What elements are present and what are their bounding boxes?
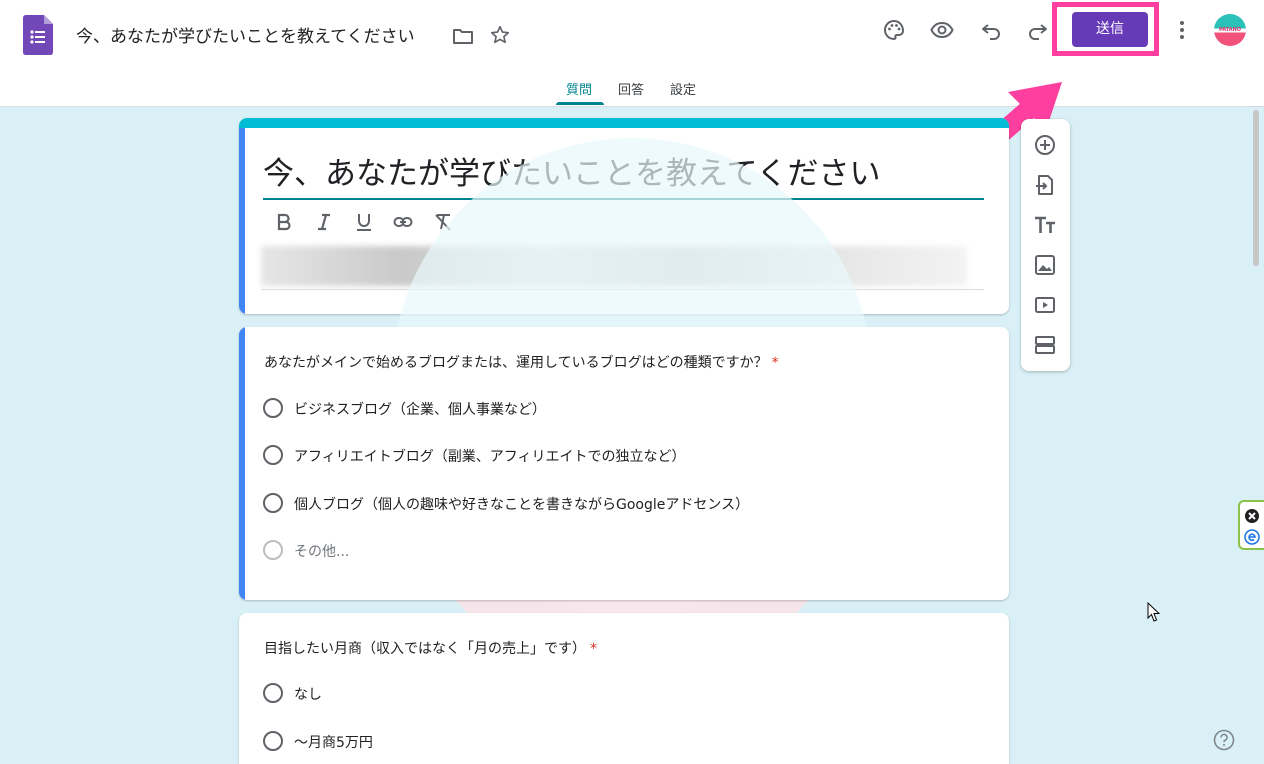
required-asterisk: * [590, 641, 597, 657]
redo-icon[interactable] [1026, 18, 1050, 42]
question-title-2-text: 目指したい月商（収入ではなく「月の売上」です） [264, 641, 586, 657]
question-card-1[interactable]: あなたがメインで始めるブログまたは、運用しているブログはどの種類ですか？ * ビジ… [239, 327, 1009, 600]
send-button[interactable]: 送信 [1072, 12, 1148, 47]
form-title-field[interactable]: 今、あなたが学びたいことを教えてください [263, 146, 984, 200]
avatar-text: PATANO [1218, 27, 1241, 33]
radio-button[interactable] [263, 398, 283, 418]
preview-eye-icon[interactable] [930, 18, 954, 42]
radio-button[interactable] [263, 683, 283, 703]
add-title-text-icon[interactable] [1033, 213, 1057, 237]
italic-icon[interactable] [314, 212, 334, 232]
tab-settings[interactable]: 設定 [670, 79, 696, 98]
option-label: 個人ブログ（個人の趣味や好きなことを書きながらGoogleアドセンス） [294, 497, 750, 513]
underline-icon[interactable] [354, 212, 374, 232]
document-title[interactable]: 今、あなたが学びたいことを教えてください [76, 22, 415, 47]
import-questions-icon[interactable] [1033, 173, 1057, 197]
close-icon[interactable] [1244, 508, 1260, 524]
tab-responses[interactable]: 回答 [618, 79, 644, 98]
add-section-icon[interactable] [1033, 333, 1057, 357]
mouse-cursor-icon [1147, 602, 1161, 622]
folder-icon[interactable] [451, 24, 475, 48]
undo-icon[interactable] [979, 18, 1003, 42]
radio-button[interactable] [263, 731, 283, 751]
description-underline [261, 289, 984, 290]
add-image-icon[interactable] [1033, 253, 1057, 277]
form-description-blurred[interactable] [261, 246, 967, 286]
tab-questions[interactable]: 質問 [566, 79, 592, 98]
add-question-icon[interactable] [1033, 133, 1057, 157]
clear-formatting-icon[interactable] [433, 212, 453, 232]
option-label: アフィリエイトブログ（副業、アフィリエイトでの独立など） [294, 449, 686, 465]
radio-button[interactable] [263, 493, 283, 513]
form-title-card: 今、あなたが学びたいことを教えてください [239, 118, 1009, 314]
more-options-icon[interactable] [1170, 18, 1194, 42]
question-title-1-text: あなたがメインで始めるブログまたは、運用しているブログはどの種類ですか？ [264, 355, 768, 371]
question-title-1: あなたがメインで始めるブログまたは、運用しているブログはどの種類ですか？ * [264, 352, 779, 372]
selected-card-indicator [239, 128, 245, 314]
option-label: なし [294, 687, 322, 703]
link-icon[interactable] [393, 212, 413, 232]
help-icon[interactable] [1213, 729, 1235, 751]
app-bar: 今、あなたが学びたいことを教えてください 送信 PATANO 質問 回答 設定 [0, 0, 1264, 107]
scrollbar-thumb[interactable] [1253, 110, 1259, 266]
floating-side-toolbar [1021, 119, 1070, 371]
palette-icon[interactable] [882, 18, 906, 42]
theme-color-bar [239, 118, 1009, 128]
tab-bar: 質問 回答 設定 [0, 79, 1264, 106]
radio-button[interactable] [263, 540, 283, 560]
option-label: その他... [294, 544, 350, 560]
star-icon[interactable] [489, 24, 511, 46]
bold-icon[interactable] [274, 212, 294, 232]
add-video-icon[interactable] [1033, 293, 1057, 317]
form-title-text: 今、あなたが学びたいことを教えてください [263, 156, 881, 192]
radio-button[interactable] [263, 445, 283, 465]
google-forms-logo-icon[interactable] [23, 15, 53, 55]
selected-card-indicator [239, 327, 245, 600]
question-card-2[interactable]: 目指したい月商（収入ではなく「月の売上」です） * なし ～月商5万円 [239, 613, 1009, 764]
avatar[interactable]: PATANO [1214, 14, 1246, 46]
option-label: ～月商5万円 [294, 735, 373, 751]
question-title-2: 目指したい月商（収入ではなく「月の売上」です） * [264, 638, 597, 658]
option-label: ビジネスブログ（企業、個人事業など） [294, 402, 546, 418]
extension-e-icon[interactable] [1244, 529, 1260, 545]
active-tab-indicator [556, 102, 604, 105]
required-asterisk: * [771, 355, 779, 371]
browser-extension-widget[interactable] [1238, 500, 1264, 550]
